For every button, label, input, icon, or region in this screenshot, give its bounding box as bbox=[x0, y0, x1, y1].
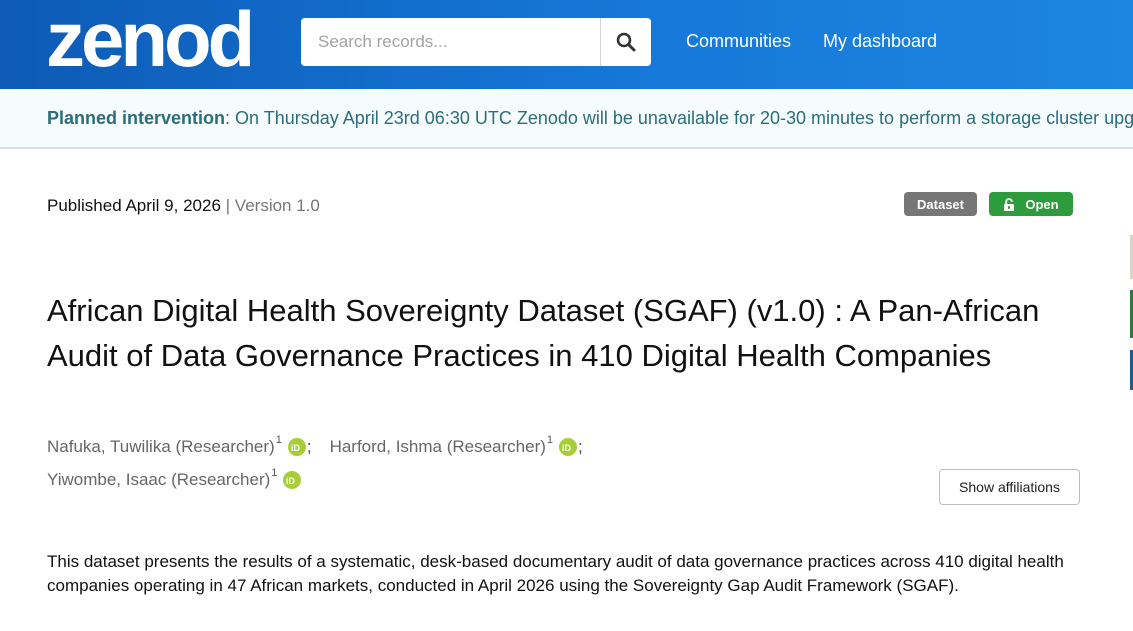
creator-separator: ; bbox=[306, 437, 312, 456]
meta-separator: | bbox=[225, 196, 231, 215]
creator-harford[interactable]: Harford, Ishma (Researcher) 1 bbox=[329, 434, 554, 457]
version-label: Version 1.0 bbox=[234, 196, 320, 215]
unlock-icon bbox=[1004, 197, 1015, 211]
search-button[interactable] bbox=[600, 18, 651, 66]
orcid-icon[interactable]: iD bbox=[283, 471, 302, 489]
orcid-icon[interactable]: iD bbox=[559, 438, 578, 456]
svg-text:iD: iD bbox=[291, 443, 301, 452]
maintenance-banner: Planned intervention: On Thursday April … bbox=[0, 89, 1133, 149]
creator-name: Yiwombe, Isaac (Researcher) bbox=[47, 470, 271, 489]
creators-line-1: Nafuka, Tuwilika (Researcher) 1 iD ; Harf… bbox=[47, 434, 583, 457]
publication-meta: Published April 9, 2026 | Version 1.0 bbox=[47, 196, 320, 216]
affiliation-ref: 1 bbox=[546, 434, 554, 446]
show-affiliations-button[interactable]: Show affiliations bbox=[939, 469, 1080, 505]
affiliation-ref: 1 bbox=[275, 434, 282, 446]
creator-nafuka[interactable]: Nafuka, Tuwilika (Researcher) 1 bbox=[47, 434, 282, 457]
banner-text: Planned intervention: On Thursday April … bbox=[47, 108, 1133, 129]
zenodo-logo[interactable]: zenodo bbox=[46, 4, 250, 76]
creator-name: Nafuka, Tuwilika (Researcher) bbox=[47, 437, 275, 456]
access-status-label: Open bbox=[1025, 196, 1059, 212]
search-input[interactable] bbox=[301, 18, 600, 66]
creator-yiwombe[interactable]: Yiwombe, Isaac (Researcher) 1 bbox=[47, 467, 278, 490]
banner-message: : On Thursday April 23rd 06:30 UTC Zenod… bbox=[225, 108, 1133, 128]
record-description: This dataset presents the results of a s… bbox=[47, 552, 1064, 595]
access-status-badge: Open bbox=[989, 192, 1073, 216]
nav-communities[interactable]: Communities bbox=[686, 31, 791, 52]
search-icon bbox=[616, 32, 636, 52]
creator-separator: ; bbox=[578, 437, 583, 456]
nav-my-dashboard[interactable]: My dashboard bbox=[823, 31, 937, 52]
svg-text:iD: iD bbox=[286, 476, 296, 485]
svg-text:iD: iD bbox=[562, 443, 572, 452]
search-box bbox=[301, 18, 651, 66]
record-title: African Digital Health Sovereignty Datas… bbox=[47, 293, 1040, 373]
resource-type-badge: Dataset bbox=[904, 192, 977, 216]
svg-text:zenodo: zenodo bbox=[46, 4, 250, 76]
top-navbar: zenodo Communities My dashboard bbox=[0, 0, 1133, 89]
published-date: Published April 9, 2026 bbox=[47, 196, 221, 215]
creator-name: Harford, Ishma (Researcher) bbox=[329, 437, 546, 456]
affiliation-ref: 1 bbox=[271, 467, 278, 479]
orcid-icon[interactable]: iD bbox=[287, 438, 306, 456]
banner-label: Planned intervention bbox=[47, 108, 226, 128]
creators-line-2: Yiwombe, Isaac (Researcher) 1 iD bbox=[47, 467, 302, 490]
resource-type-label: Dataset bbox=[917, 196, 964, 212]
